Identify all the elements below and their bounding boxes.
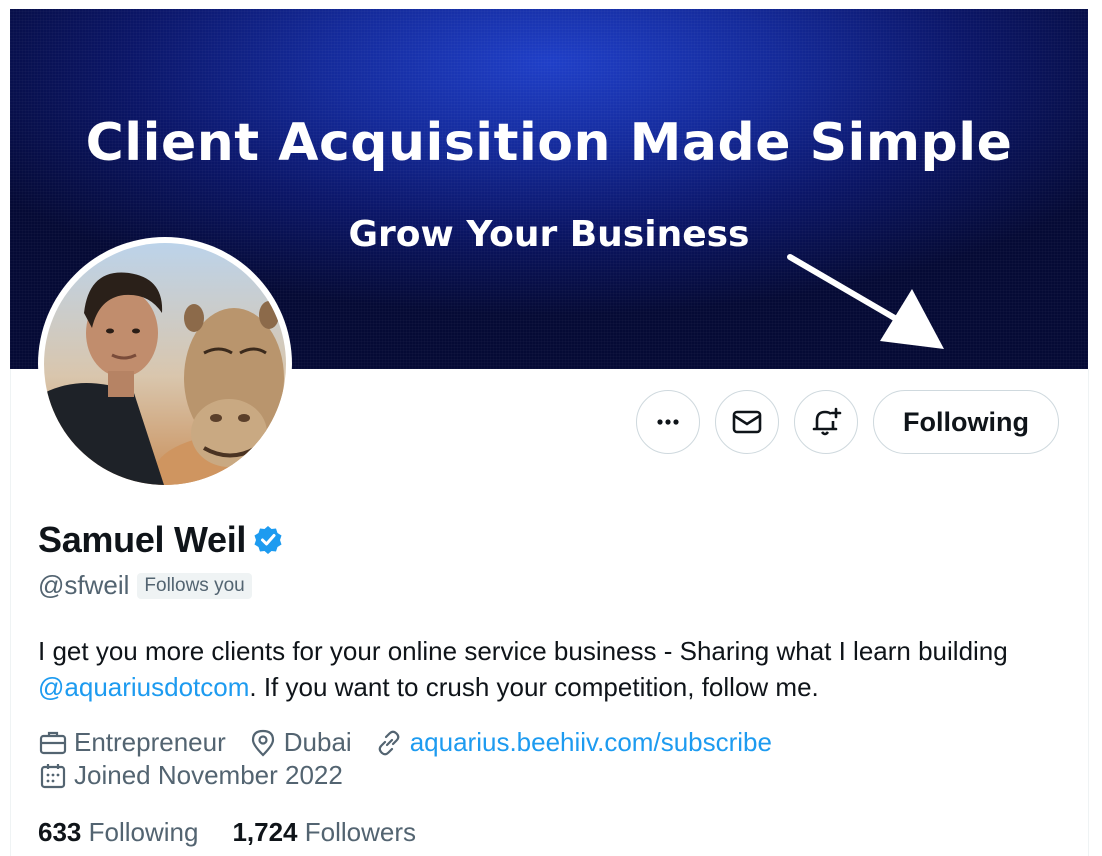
verified-badge-icon[interactable] [252, 524, 284, 556]
envelope-icon [732, 410, 762, 434]
profile-bio: I get you more clients for your online s… [38, 633, 1058, 705]
following-button[interactable]: Following [873, 390, 1059, 454]
location-label: Dubai [283, 727, 352, 757]
category-item: Entrepreneur [38, 727, 226, 758]
location-pin-icon [251, 729, 274, 757]
profile-name-row: Samuel Weil [38, 519, 284, 561]
website-link[interactable]: aquarius.beehiiv.com/subscribe [410, 727, 772, 758]
bio-text-end: . If you want to crush your competition,… [249, 672, 819, 702]
profile-meta: Entrepreneur Dubai aquarius.beehiiv.com/… [38, 727, 794, 758]
profile-handle: @sfweil [38, 570, 130, 600]
following-count: 633 [38, 817, 82, 847]
bio-mention-link[interactable]: @aquariusdotcom [38, 672, 249, 702]
joined-item: Joined November 2022 [38, 760, 343, 791]
link-icon [378, 730, 400, 755]
message-button[interactable] [715, 390, 779, 454]
follow-stats: 633 Following 1,724 Followers [38, 817, 416, 848]
calendar-icon [40, 763, 66, 788]
category-label: Entrepreneur [74, 727, 226, 757]
location-item: Dubai [248, 727, 352, 758]
follows-you-badge: Follows you [137, 572, 252, 599]
joined-row: Joined November 2022 [38, 760, 365, 791]
followers-count: 1,724 [232, 817, 298, 847]
handle-row: @sfweil Follows you [38, 570, 252, 601]
avatar[interactable] [38, 237, 292, 491]
bio-text: I get you more clients for your online s… [38, 636, 1008, 666]
more-button[interactable] [636, 390, 700, 454]
avatar-photo [44, 243, 286, 485]
notifications-button[interactable] [794, 390, 858, 454]
bell-plus-icon [812, 407, 842, 436]
profile-page: Client Acquisition Made Simple Grow Your… [0, 0, 1102, 856]
briefcase-icon [39, 731, 67, 754]
following-stat[interactable]: 633 Following [38, 817, 198, 848]
following-label: Following [88, 817, 199, 847]
followers-stat[interactable]: 1,724 Followers [232, 817, 416, 848]
more-horizontal-icon [657, 419, 679, 425]
banner-title: Client Acquisition Made Simple [85, 113, 1013, 173]
website-item[interactable]: aquarius.beehiiv.com/subscribe [374, 727, 772, 758]
followers-label: Followers [304, 817, 417, 847]
arrow-icon [787, 254, 944, 349]
profile-name: Samuel Weil [38, 519, 247, 560]
joined-label: Joined November 2022 [74, 760, 343, 790]
